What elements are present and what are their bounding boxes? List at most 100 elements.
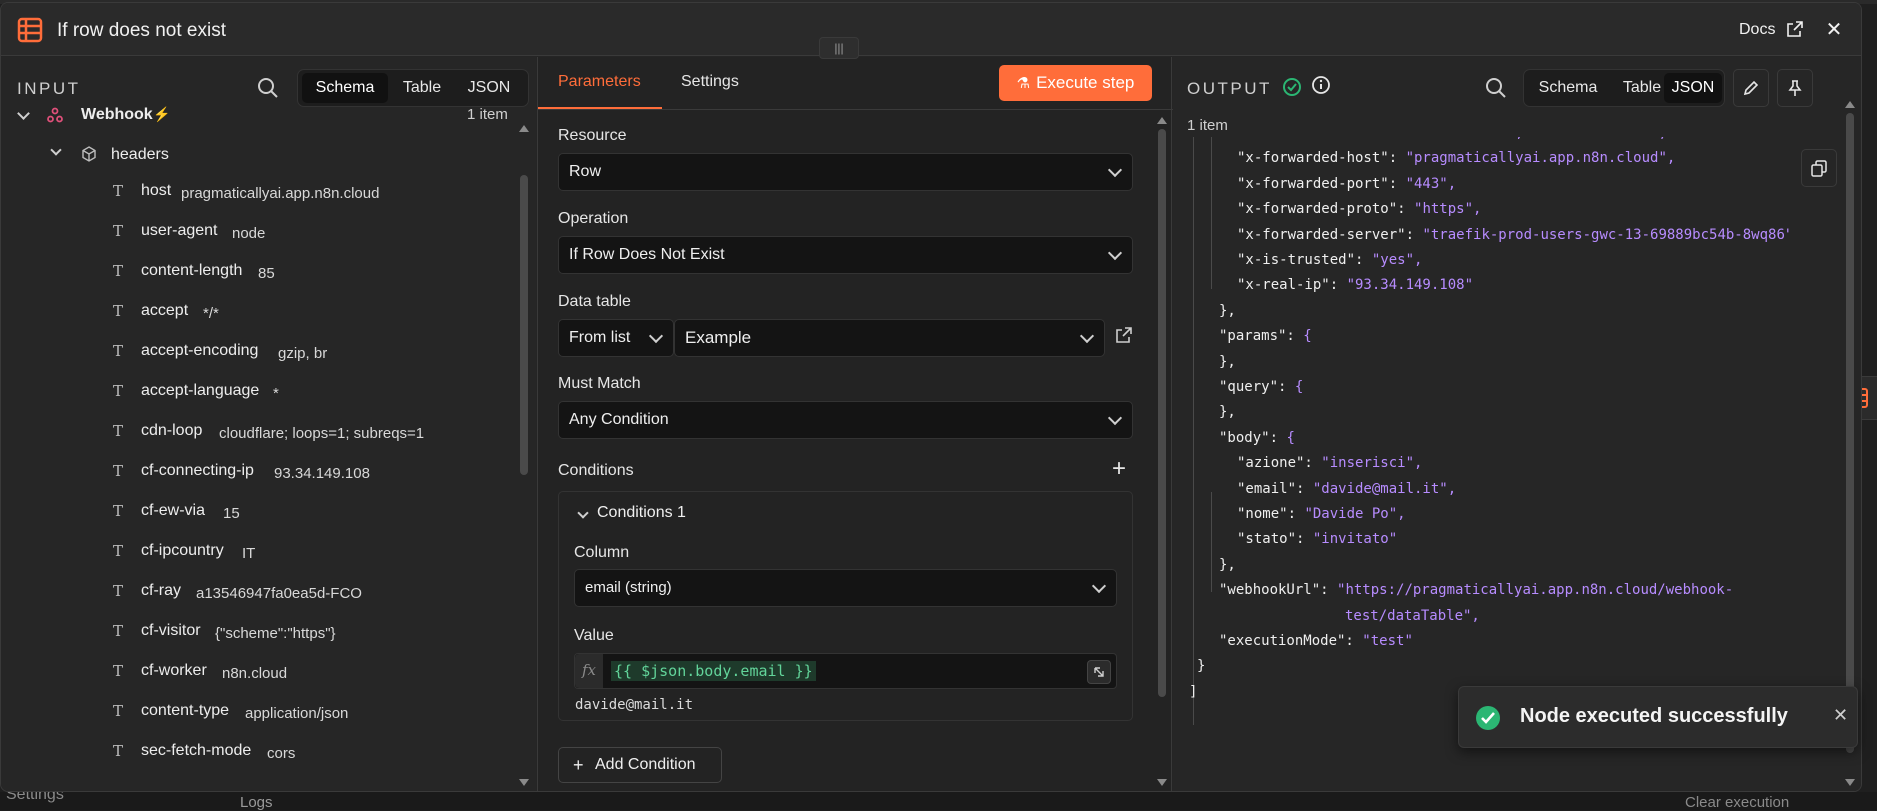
field-key[interactable]: content-type xyxy=(141,702,229,720)
data-table-mode-value: From list xyxy=(569,329,631,346)
scroll-down-arrow[interactable] xyxy=(1845,779,1855,786)
edit-output-button[interactable] xyxy=(1733,69,1769,107)
field-key[interactable]: cf-worker xyxy=(141,662,207,680)
scroll-up-arrow[interactable] xyxy=(1845,101,1855,108)
pin-output-button[interactable] xyxy=(1777,69,1813,107)
search-icon[interactable] xyxy=(257,77,279,99)
chevron-down-icon xyxy=(1107,162,1123,178)
execute-step-button[interactable]: ⚗ Execute step xyxy=(999,65,1152,101)
tree-field-row[interactable]: Tcf-connecting-ip 93.34.149.108 xyxy=(1,462,516,500)
column-select[interactable]: email (string) xyxy=(574,569,1117,607)
external-link-icon[interactable] xyxy=(1787,21,1803,37)
node-title[interactable]: If row does not exist xyxy=(57,20,226,42)
docs-link[interactable]: Docs xyxy=(1739,21,1775,39)
field-value: 15 xyxy=(223,505,240,522)
field-key[interactable]: cf-connecting-ip xyxy=(141,462,254,480)
json-line: "body": { xyxy=(1219,430,1295,455)
tree-field-row[interactable]: Taccept-encoding gzip, br xyxy=(1,342,516,380)
search-icon[interactable] xyxy=(1485,77,1507,99)
json-key: ] xyxy=(1189,683,1198,700)
tree-field-row[interactable]: Tcf-visitor {"scheme":"https"} xyxy=(1,622,516,660)
json-value: "https", xyxy=(1414,201,1482,218)
tab-parameters[interactable]: Parameters xyxy=(558,73,641,91)
output-scrollbar[interactable] xyxy=(1846,113,1854,753)
tree-field-row[interactable]: Tcontent-length 85 xyxy=(1,262,516,300)
field-key[interactable]: user-agent xyxy=(141,222,218,240)
tree-node-webhook[interactable]: Webhook ⚡ 1 item xyxy=(1,105,516,143)
json-value: "93.34.149.108" xyxy=(1346,277,1474,294)
background-logs-label[interactable]: Logs xyxy=(240,794,273,811)
field-key[interactable]: accept-encoding xyxy=(141,342,258,360)
tree-field-row[interactable]: Tcf-worker n8n.cloud xyxy=(1,662,516,700)
field-key[interactable]: cf-ew-via xyxy=(141,502,205,520)
operation-value: If Row Does Not Exist xyxy=(569,246,725,263)
field-key[interactable]: cf-ipcountry xyxy=(141,542,224,560)
parameters-scrollbar[interactable] xyxy=(1158,129,1166,697)
chevron-down-icon xyxy=(648,328,664,344)
tree-field-row[interactable]: Tcf-ray a13546947fa0ea5d-FCO xyxy=(1,582,516,620)
value-label: Value xyxy=(574,627,614,644)
must-match-label: Must Match xyxy=(558,375,641,392)
tab-json[interactable]: JSON xyxy=(1664,73,1722,103)
panel-drag-handle[interactable]: ||| xyxy=(819,37,859,59)
tree-field-row[interactable]: Taccept */* xyxy=(1,302,516,340)
tab-schema[interactable]: Schema xyxy=(1528,73,1608,103)
add-condition-button[interactable]: + Add Condition xyxy=(558,747,722,783)
json-line: "azione": "inserisci", xyxy=(1237,455,1422,480)
external-link-icon[interactable] xyxy=(1116,327,1132,343)
data-table-select[interactable]: Example xyxy=(674,319,1105,357)
json-key: "azione": xyxy=(1237,455,1322,472)
scroll-down-arrow[interactable] xyxy=(519,779,529,786)
field-key[interactable]: cf-ray xyxy=(141,582,181,600)
tree-field-row[interactable]: Tcf-ew-via 15 xyxy=(1,502,516,540)
field-key[interactable]: cdn-loop xyxy=(141,422,202,440)
scroll-up-arrow[interactable] xyxy=(1157,117,1167,124)
resource-label: Resource xyxy=(558,127,627,144)
json-key: }, xyxy=(1219,353,1236,370)
tree-field-row[interactable]: Tuser-agent node xyxy=(1,222,516,260)
background-clear-execution[interactable]: Clear execution xyxy=(1685,794,1789,811)
add-condition-plus-icon[interactable]: + xyxy=(1112,455,1126,483)
chevron-down-icon[interactable] xyxy=(17,107,30,120)
json-key: "x-real-ip": xyxy=(1237,277,1347,294)
tab-table[interactable]: Table xyxy=(392,73,452,103)
close-button[interactable]: ✕ xyxy=(1823,19,1845,41)
must-match-select[interactable]: Any Condition xyxy=(558,401,1133,439)
tree-field-row[interactable]: Tsec-fetch-mode cors xyxy=(1,742,516,780)
pin-icon xyxy=(1788,80,1802,96)
json-key: "body": xyxy=(1219,429,1287,446)
tree-field-row[interactable]: Taccept-language * xyxy=(1,382,516,420)
copy-button[interactable] xyxy=(1801,149,1837,187)
tab-table[interactable]: Table xyxy=(1612,73,1672,103)
tab-json[interactable]: JSON xyxy=(456,73,522,103)
parameters-panel: Parameters Settings ⚗ Execute step Resour… xyxy=(537,57,1173,791)
json-line: "x-forwarded-host": "pragmaticallyai.app… xyxy=(1237,150,1675,175)
chevron-down-icon[interactable] xyxy=(50,144,62,156)
resource-select[interactable]: Row xyxy=(558,153,1133,191)
data-table-mode-select[interactable]: From list xyxy=(558,319,674,357)
tree-node-headers[interactable]: headers xyxy=(1,144,516,184)
toast-close-button[interactable]: ✕ xyxy=(1833,705,1848,726)
value-expression-field[interactable]: fx {{ $json.body.email }} xyxy=(574,653,1117,689)
input-scrollbar[interactable] xyxy=(520,175,528,475)
tab-schema[interactable]: Schema xyxy=(302,73,388,103)
expand-editor-icon[interactable] xyxy=(1087,660,1111,684)
condition-title[interactable]: Conditions 1 xyxy=(597,504,686,522)
tab-settings[interactable]: Settings xyxy=(681,73,739,91)
value-expression[interactable]: {{ $json.body.email }} xyxy=(611,661,816,681)
tree-field-row[interactable]: Tcdn-loop cloudflare; loops=1; subreqs=1 xyxy=(1,422,516,460)
field-key[interactable]: accept xyxy=(141,302,188,320)
field-key[interactable]: cf-visitor xyxy=(141,622,201,640)
operation-select[interactable]: If Row Does Not Exist xyxy=(558,236,1133,274)
chevron-down-icon[interactable] xyxy=(577,507,589,519)
field-key[interactable]: content-length xyxy=(141,262,242,280)
tree-field-row[interactable]: Tcf-ipcountry IT xyxy=(1,542,516,580)
field-key[interactable]: host xyxy=(141,182,171,200)
tree-field-row[interactable]: Thost pragmaticallyai.app.n8n.cloud xyxy=(1,182,516,220)
tree-field-row[interactable]: Tcontent-type application/json xyxy=(1,702,516,740)
field-key[interactable]: sec-fetch-mode xyxy=(141,742,251,760)
scroll-down-arrow[interactable] xyxy=(1157,779,1167,786)
scroll-up-arrow[interactable] xyxy=(519,125,529,132)
info-icon[interactable] xyxy=(1311,75,1331,95)
field-key[interactable]: accept-language xyxy=(141,382,259,400)
